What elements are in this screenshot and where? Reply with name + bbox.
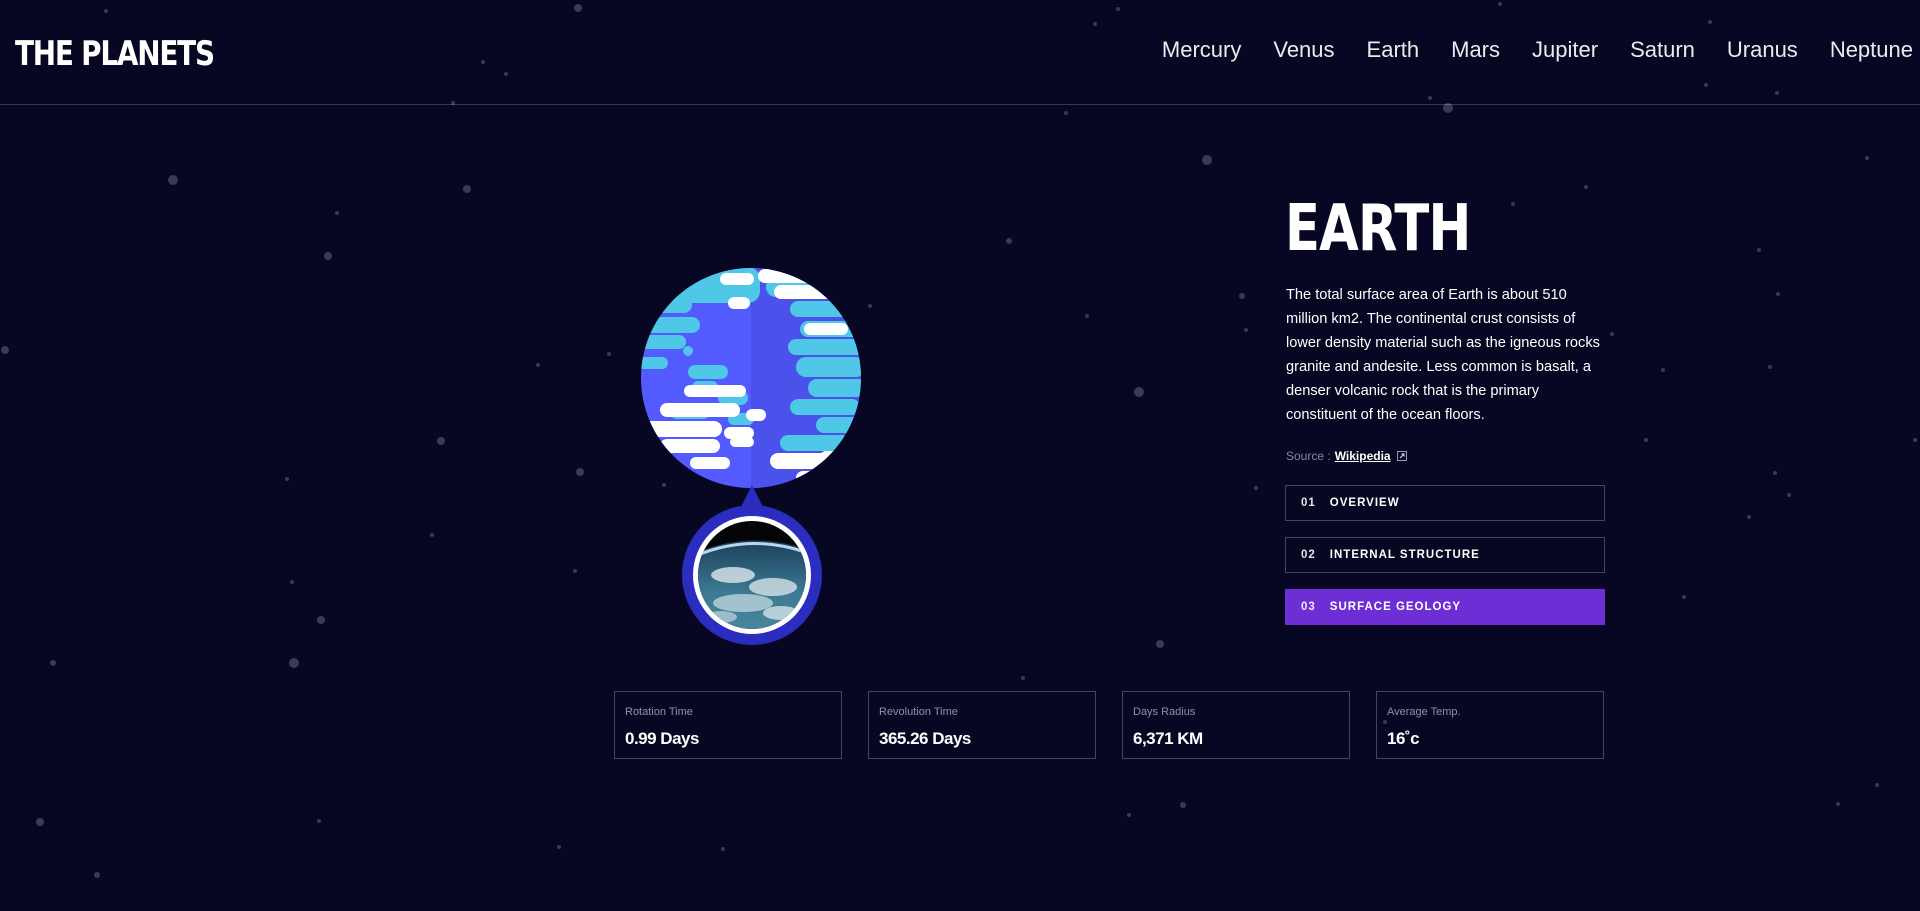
wikipedia-link[interactable]: Wikipedia	[1335, 448, 1391, 464]
planet-title: EARTH	[1285, 192, 1471, 266]
stat-label: Revolution Time	[879, 706, 958, 718]
stat-label: Average Temp.	[1387, 706, 1461, 718]
tab-number: 02	[1301, 549, 1316, 561]
nav-item-neptune[interactable]: Neptune	[1830, 36, 1913, 64]
stat-radius: Days Radius 6,371 KM	[1122, 691, 1350, 759]
nav-item-saturn[interactable]: Saturn	[1630, 36, 1695, 64]
nav-item-venus[interactable]: Venus	[1273, 36, 1334, 64]
site-logo[interactable]: THE PLANETS	[15, 32, 215, 76]
stat-value: 16˚c	[1387, 729, 1420, 748]
tab-label: SURFACE GEOLOGY	[1329, 601, 1462, 613]
nav-item-uranus[interactable]: Uranus	[1727, 36, 1798, 64]
site-header: THE PLANETS Mercury Venus Earth Mars Jup…	[0, 0, 1920, 105]
source-prefix: Source :	[1286, 449, 1331, 463]
stat-rotation-time: Rotation Time 0.99 Days	[614, 691, 842, 759]
nav-item-jupiter[interactable]: Jupiter	[1532, 36, 1598, 64]
tab-number: 03	[1301, 601, 1316, 613]
tab-number: 01	[1301, 497, 1316, 509]
tab-surface-geology[interactable]: 03 SURFACE GEOLOGY	[1285, 589, 1605, 625]
tab-internal-structure[interactable]: 02 INTERNAL STRUCTURE	[1285, 537, 1605, 573]
stat-label: Rotation Time	[625, 706, 693, 718]
stat-revolution-time: Revolution Time 365.26 Days	[868, 691, 1096, 759]
planet-earth-illustration	[641, 268, 861, 488]
source-line: Source : Wikipedia	[1286, 448, 1407, 464]
nav-item-earth[interactable]: Earth	[1367, 36, 1420, 64]
nav-item-mercury[interactable]: Mercury	[1162, 36, 1241, 64]
planet-description: The total surface area of Earth is about…	[1286, 287, 1600, 423]
page: THE PLANETS Mercury Venus Earth Mars Jup…	[0, 0, 1920, 911]
nav-item-mars[interactable]: Mars	[1451, 36, 1500, 64]
external-link-icon[interactable]	[1396, 451, 1407, 461]
stat-value: 365.26 Days	[879, 729, 971, 748]
surface-geology-pin	[682, 485, 822, 645]
tab-overview[interactable]: 01 OVERVIEW	[1285, 485, 1605, 521]
tab-label: INTERNAL STRUCTURE	[1329, 549, 1480, 561]
stat-value: 0.99 Days	[625, 729, 699, 748]
planet-nav: Mercury Venus Earth Mars Jupiter Saturn …	[1130, 36, 1913, 64]
stat-average-temp: Average Temp. 16˚c	[1376, 691, 1604, 759]
starfield-background	[1, 2, 1917, 878]
stat-label: Days Radius	[1133, 706, 1196, 718]
stat-value: 6,371 KM	[1133, 729, 1203, 748]
tab-label: OVERVIEW	[1329, 497, 1400, 509]
